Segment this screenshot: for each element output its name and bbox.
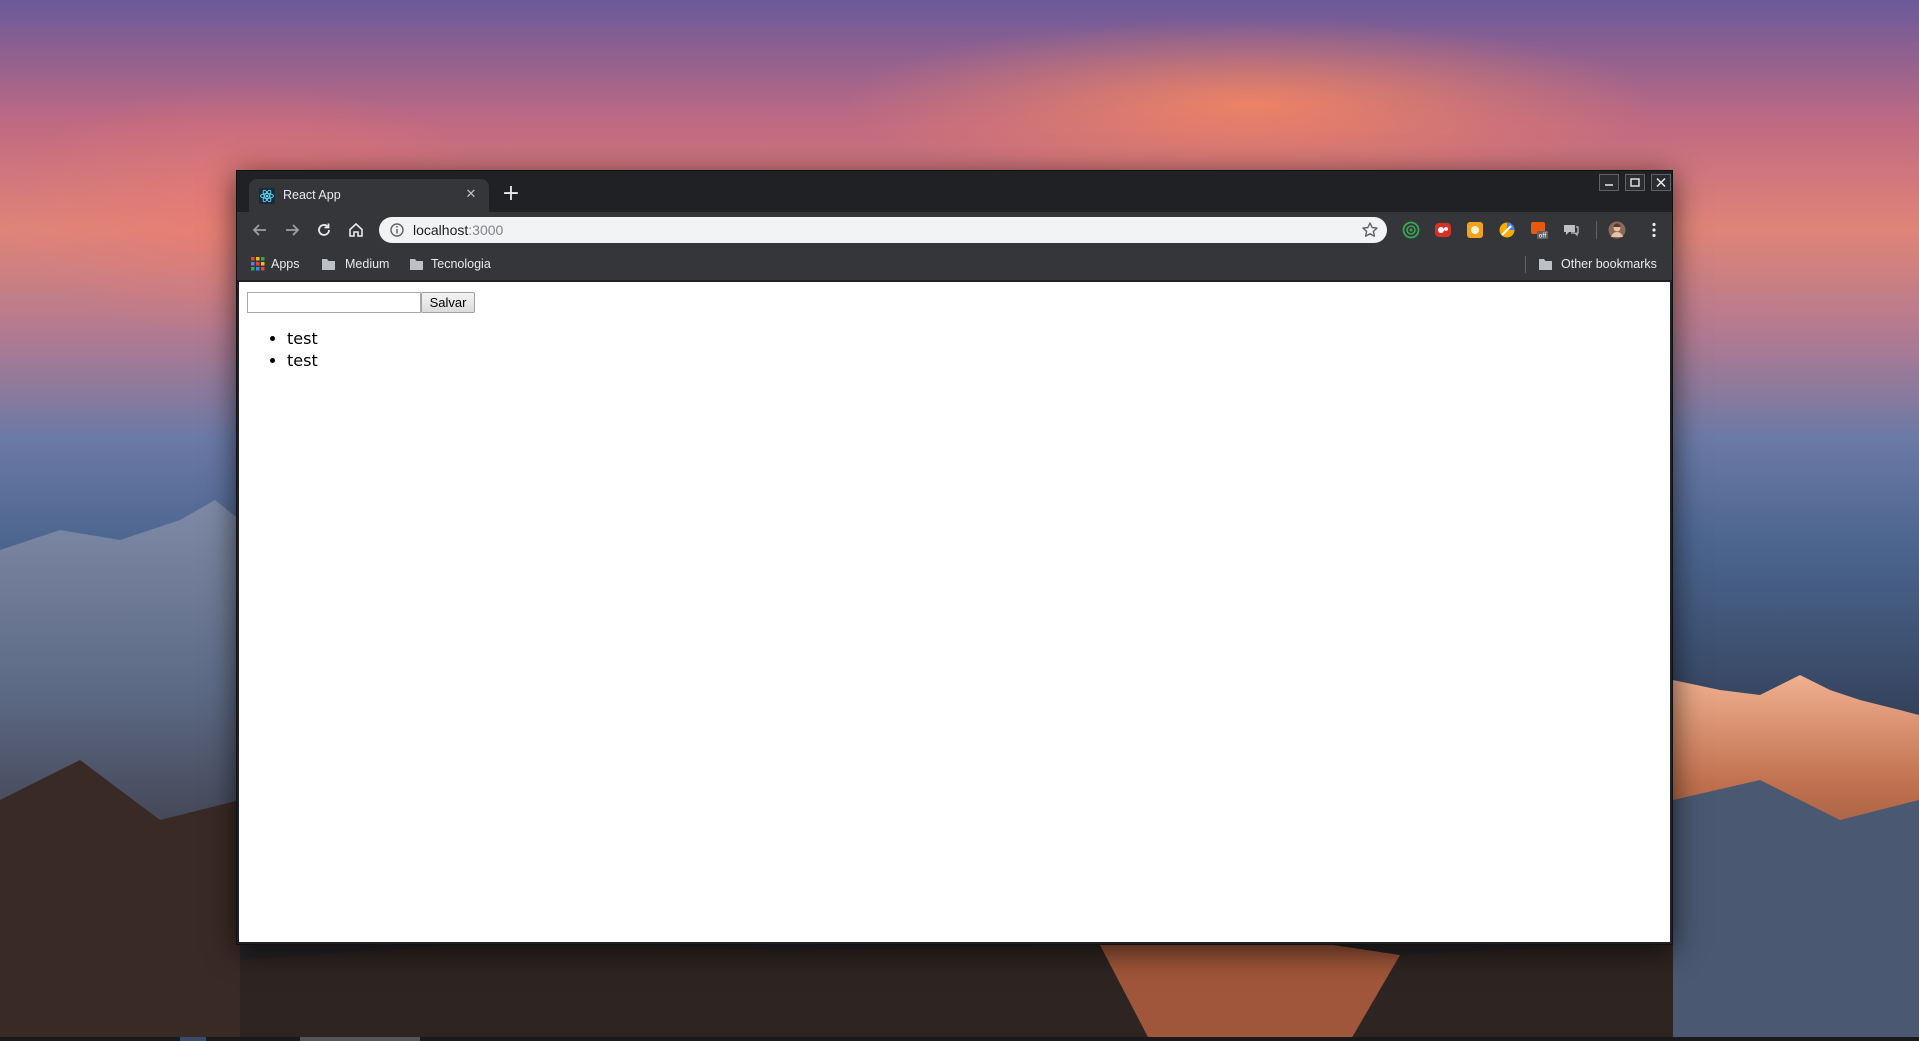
apps-grid-icon[interactable]: [251, 257, 265, 271]
extension-badge: off: [1539, 233, 1548, 240]
taskbar-strip: [0, 1037, 1919, 1041]
url-host: localhost: [413, 222, 469, 238]
maximize-icon: [1630, 178, 1640, 187]
folder-icon: [1539, 259, 1552, 270]
arrow-left-icon: [252, 224, 266, 236]
home-icon: [349, 222, 363, 237]
new-tab-button[interactable]: +: [499, 183, 523, 207]
taskbar-indicator: [300, 1037, 420, 1041]
tab-title: React App: [283, 188, 341, 202]
info-icon[interactable]: [389, 222, 405, 238]
toolbar-separator: [1596, 221, 1597, 239]
close-icon: [1656, 177, 1666, 188]
browser-window: React App ✕ + localhost:3000 off Apps Me…: [236, 170, 1673, 945]
orange-extension-icon[interactable]: [1466, 221, 1484, 239]
react-logo-icon: [259, 188, 275, 204]
item-input[interactable]: [247, 292, 421, 313]
maximize-button[interactable]: [1625, 174, 1645, 191]
tab-react-app[interactable]: React App ✕: [249, 179, 489, 212]
bookmarks-bar: Apps Medium Tecnologia Other bookmarks: [237, 248, 1672, 281]
address-bar[interactable]: localhost:3000: [379, 217, 1387, 243]
other-bookmarks[interactable]: Other bookmarks: [1561, 257, 1657, 271]
back-button[interactable]: [247, 217, 273, 243]
url-text: localhost:3000: [413, 222, 503, 238]
green-target-extension-icon[interactable]: [1402, 221, 1420, 239]
close-tab-icon[interactable]: ✕: [461, 185, 481, 205]
folder-icon: [322, 259, 335, 270]
reload-icon: [318, 223, 330, 236]
reload-button[interactable]: [311, 217, 337, 243]
bookmark-medium[interactable]: Medium: [345, 257, 389, 271]
tab-strip: React App ✕ +: [237, 171, 1672, 212]
chat-extension-icon[interactable]: [1562, 221, 1580, 239]
color-picker-extension-icon[interactable]: [1498, 221, 1516, 239]
home-button[interactable]: [343, 217, 369, 243]
page-content: Salvar test test: [239, 282, 1670, 942]
off-badge-extension-icon[interactable]: off: [1530, 221, 1548, 239]
item-list: test test: [239, 328, 318, 372]
more-vert-icon[interactable]: [1645, 221, 1663, 239]
sky-glow: [850, 20, 1650, 190]
minimize-button[interactable]: [1599, 174, 1619, 191]
bookmark-tecnologia[interactable]: Tecnologia: [431, 257, 491, 271]
list-item: test: [287, 328, 318, 350]
browser-toolbar: localhost:3000 off: [237, 212, 1672, 248]
forward-button[interactable]: [279, 217, 305, 243]
minimize-icon: [1605, 184, 1613, 186]
taskbar-indicator: [180, 1037, 206, 1041]
folder-icon: [410, 259, 423, 270]
bookmarks-separator: [1525, 256, 1526, 273]
star-icon[interactable]: [1361, 221, 1379, 239]
close-window-button[interactable]: [1651, 174, 1671, 191]
list-item: test: [287, 350, 318, 372]
arrow-right-icon: [286, 224, 300, 236]
url-port: :3000: [468, 222, 504, 238]
save-button[interactable]: Salvar: [421, 292, 475, 313]
red-extension-icon[interactable]: [1434, 221, 1452, 239]
profile-avatar-icon[interactable]: [1608, 221, 1626, 239]
bookmark-apps[interactable]: Apps: [271, 257, 300, 271]
